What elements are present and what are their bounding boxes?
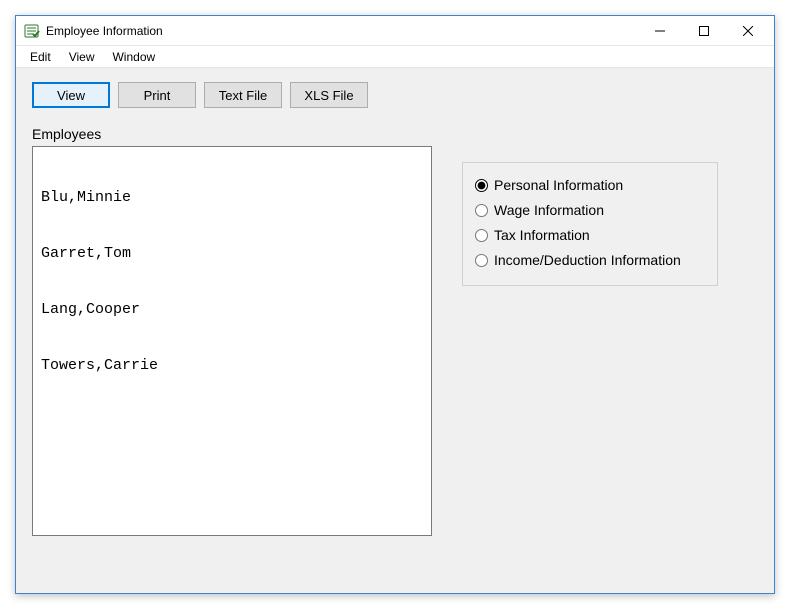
view-button[interactable]: View <box>32 82 110 108</box>
xls-file-button[interactable]: XLS File <box>290 82 368 108</box>
radio-input[interactable] <box>475 229 488 242</box>
menu-edit[interactable]: Edit <box>22 48 59 66</box>
info-type-group: Personal Information Wage Information Ta… <box>462 162 718 286</box>
client-area: View Print Text File XLS File Employees … <box>16 68 774 593</box>
radio-wage-information[interactable]: Wage Information <box>475 198 703 223</box>
list-item[interactable]: Blu,Minnie <box>41 189 423 208</box>
list-item[interactable]: Lang,Cooper <box>41 301 423 320</box>
window-title: Employee Information <box>46 24 163 38</box>
radio-label: Wage Information <box>494 200 604 221</box>
list-item[interactable]: Garret,Tom <box>41 245 423 264</box>
radio-income-deduction-information[interactable]: Income/Deduction Information <box>475 248 703 273</box>
menu-window[interactable]: Window <box>104 48 163 66</box>
maximize-button[interactable] <box>682 17 726 45</box>
maximize-icon <box>699 26 709 36</box>
radio-label: Tax Information <box>494 225 590 246</box>
employee-info-window: Employee Information Edit View Window Vi… <box>15 15 775 594</box>
employees-label: Employees <box>32 126 758 142</box>
radio-input[interactable] <box>475 179 488 192</box>
print-button[interactable]: Print <box>118 82 196 108</box>
app-icon <box>24 23 40 39</box>
radio-label: Income/Deduction Information <box>494 250 681 271</box>
minimize-button[interactable] <box>638 17 682 45</box>
radio-tax-information[interactable]: Tax Information <box>475 223 703 248</box>
menubar: Edit View Window <box>16 46 774 68</box>
employees-listbox[interactable]: Blu,Minnie Garret,Tom Lang,Cooper Towers… <box>32 146 432 536</box>
minimize-icon <box>655 26 665 36</box>
text-file-button[interactable]: Text File <box>204 82 282 108</box>
content-row: Blu,Minnie Garret,Tom Lang,Cooper Towers… <box>32 146 758 536</box>
close-icon <box>743 26 753 36</box>
menu-view[interactable]: View <box>61 48 103 66</box>
close-button[interactable] <box>726 17 770 45</box>
list-item[interactable]: Towers,Carrie <box>41 357 423 376</box>
toolbar: View Print Text File XLS File <box>32 82 758 108</box>
radio-label: Personal Information <box>494 175 623 196</box>
radio-input[interactable] <box>475 254 488 267</box>
titlebar: Employee Information <box>16 16 774 46</box>
radio-input[interactable] <box>475 204 488 217</box>
radio-personal-information[interactable]: Personal Information <box>475 173 703 198</box>
